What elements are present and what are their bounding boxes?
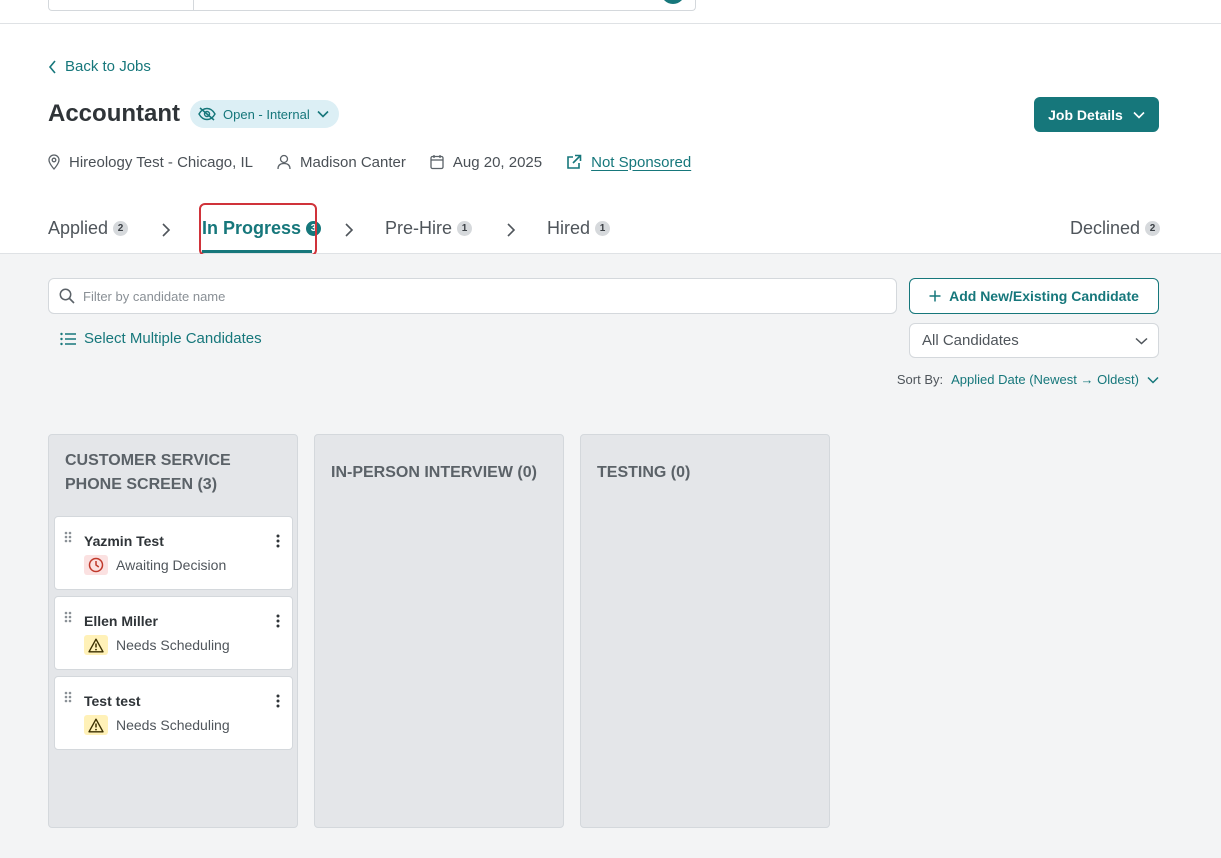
candidate-type-value: All Candidates	[922, 332, 1019, 349]
warning-icon	[84, 635, 108, 655]
candidate-status: Needs Scheduling	[84, 635, 230, 655]
select-multiple-candidates-button[interactable]: Select Multiple Candidates	[60, 330, 262, 347]
job-location: Hireology Test - Chicago, IL	[48, 154, 253, 171]
job-location-text: Hireology Test - Chicago, IL	[69, 153, 253, 171]
tab-count-badge: 1	[595, 221, 611, 236]
pipeline-content: Add New/Existing Candidate Select Multip…	[0, 254, 1221, 858]
stage-column-testing: TESTING (0)	[580, 434, 830, 828]
stage-column-in-person-interview: IN-PERSON INTERVIEW (0)	[314, 434, 564, 828]
candidate-status: Needs Scheduling	[84, 715, 230, 735]
tab-hired[interactable]: Hired 1	[547, 218, 611, 239]
tab-label: Hired	[547, 218, 591, 238]
tab-label: Applied	[48, 218, 109, 238]
candidate-status-text: Needs Scheduling	[116, 717, 230, 733]
job-details-label: Job Details	[1048, 106, 1123, 123]
eye-slash-icon	[198, 107, 216, 121]
top-search-box[interactable]	[48, 0, 696, 11]
job-status-label: Open - Internal	[223, 106, 310, 122]
sort-control: Sort By: Applied Date (Newest → Oldest)	[897, 372, 1159, 387]
stage-column-phone-screen: CUSTOMER SERVICE PHONE SCREEN (3) Yazmin…	[48, 434, 298, 828]
tab-declined[interactable]: Declined 2	[1070, 218, 1161, 239]
candidate-card[interactable]: Ellen Miller Needs Scheduling	[54, 596, 293, 670]
user-icon	[277, 154, 291, 170]
list-icon	[60, 332, 76, 345]
tab-applied[interactable]: Applied 2	[48, 218, 129, 239]
job-title: Accountant	[48, 100, 180, 127]
sort-dropdown[interactable]: Applied Date (Newest → Oldest)	[951, 372, 1159, 387]
select-multiple-label: Select Multiple Candidates	[84, 330, 262, 347]
stage-column-title: IN-PERSON INTERVIEW (0)	[331, 464, 537, 481]
top-bar	[0, 0, 1221, 24]
candidate-filter	[48, 278, 897, 314]
external-link-icon	[567, 154, 582, 169]
drag-handle-icon[interactable]	[64, 611, 72, 623]
highlight-box	[199, 203, 317, 256]
clock-icon	[84, 555, 108, 575]
candidate-status-text: Needs Scheduling	[116, 637, 230, 653]
candidate-status: Awaiting Decision	[84, 555, 226, 575]
back-to-jobs-link[interactable]: Back to Jobs	[48, 58, 151, 75]
job-status-dropdown[interactable]: Open - Internal	[190, 100, 339, 128]
candidate-card[interactable]: Test test Needs Scheduling	[54, 676, 293, 750]
candidate-type-select[interactable]: All Candidates	[909, 323, 1159, 358]
sort-label: Sort By:	[896, 372, 944, 387]
calendar-icon	[430, 155, 444, 170]
job-date: Aug 20, 2025	[430, 154, 542, 171]
job-date-text: Aug 20, 2025	[452, 153, 543, 171]
map-pin-icon	[48, 154, 60, 170]
chevron-left-icon	[48, 59, 56, 74]
chevron-down-icon	[1133, 111, 1145, 119]
back-link-label: Back to Jobs	[65, 58, 151, 75]
add-candidate-button[interactable]: Add New/Existing Candidate	[909, 278, 1159, 314]
tab-count-badge: 2	[1145, 221, 1161, 236]
chevron-down-icon	[1135, 337, 1148, 345]
chevron-down-icon	[317, 110, 329, 118]
chevron-right-icon	[345, 223, 354, 237]
stage-column-title: TESTING (0)	[597, 464, 691, 481]
more-options-icon[interactable]	[276, 614, 280, 628]
tab-count-badge: 1	[457, 221, 473, 236]
chevron-right-icon	[507, 223, 516, 237]
drag-handle-icon[interactable]	[64, 691, 72, 703]
sort-value: Applied Date (Newest → Oldest)	[951, 372, 1139, 387]
drag-handle-icon[interactable]	[64, 531, 72, 543]
tab-pre-hire[interactable]: Pre-Hire 1	[385, 218, 473, 239]
job-details-button[interactable]: Job Details	[1034, 97, 1159, 132]
candidate-search-input[interactable]	[83, 288, 896, 304]
warning-icon	[84, 715, 108, 735]
candidate-name: Yazmin Test	[84, 533, 164, 549]
pipeline-tabs: Applied 2 In Progress 3 Pre-Hire 1 Hired…	[0, 200, 1221, 256]
more-options-icon[interactable]	[276, 534, 280, 548]
job-meta-row: Hireology Test - Chicago, IL Madison Can…	[48, 152, 715, 172]
job-title-row: Accountant Open - Internal	[48, 100, 339, 128]
candidate-card[interactable]: Yazmin Test Awaiting Decision	[54, 516, 293, 590]
job-recruiter-text: Madison Canter	[299, 153, 406, 171]
candidate-status-text: Awaiting Decision	[116, 557, 227, 573]
top-search-divider	[193, 0, 194, 11]
more-options-icon[interactable]	[276, 694, 280, 708]
tab-label: Pre-Hire	[385, 218, 453, 238]
job-recruiter: Madison Canter	[277, 154, 406, 171]
chevron-down-icon	[1147, 376, 1159, 384]
candidate-name: Ellen Miller	[84, 613, 158, 629]
tab-label: Declined	[1070, 218, 1141, 238]
tab-count-badge: 2	[113, 221, 129, 236]
chevron-right-icon	[162, 223, 171, 237]
search-icon	[59, 288, 75, 304]
plus-icon	[929, 290, 941, 302]
sponsorship-text: Not Sponsored	[591, 153, 692, 171]
sponsorship-link[interactable]: Not Sponsored	[566, 154, 691, 171]
candidate-name: Test test	[84, 693, 141, 709]
add-candidate-label: Add New/Existing Candidate	[949, 288, 1139, 304]
stage-column-title: CUSTOMER SERVICE PHONE SCREEN (3)	[65, 452, 231, 493]
